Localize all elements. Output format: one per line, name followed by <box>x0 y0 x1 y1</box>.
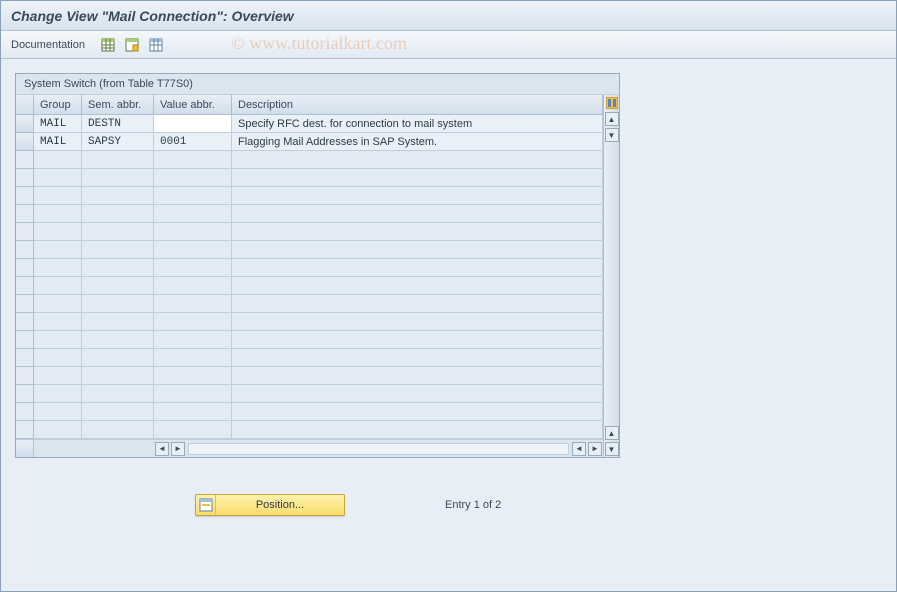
position-button[interactable]: Position... <box>195 494 345 516</box>
data-grid: Group Sem. abbr. Value abbr. Description… <box>16 95 603 457</box>
scroll-left-icon[interactable]: ◄ <box>572 442 586 456</box>
row-selector[interactable] <box>16 259 34 277</box>
table-row <box>16 385 603 403</box>
table-settings-icon[interactable] <box>605 96 619 110</box>
entry-counter: Entry 1 of 2 <box>445 499 501 511</box>
row-selector[interactable] <box>16 205 34 223</box>
scroll-right-icon[interactable]: ► <box>171 442 185 456</box>
grid-body: MAIL DESTN Specify RFC dest. for connect… <box>16 115 603 439</box>
table-row <box>16 331 603 349</box>
cell-group: MAIL <box>34 115 82 133</box>
row-selector[interactable] <box>16 313 34 331</box>
row-selector[interactable] <box>16 403 34 421</box>
row-selector[interactable] <box>16 241 34 259</box>
table-row <box>16 421 603 439</box>
table-row <box>16 295 603 313</box>
documentation-link[interactable]: Documentation <box>11 39 85 51</box>
table-row <box>16 223 603 241</box>
scroll-left-icon[interactable]: ◄ <box>155 442 169 456</box>
titlebar: Change View "Mail Connection": Overview <box>1 1 896 31</box>
row-selector[interactable] <box>16 277 34 295</box>
watermark-text: © www.tutorialkart.com <box>231 33 407 54</box>
row-selector[interactable] <box>16 133 34 151</box>
scroll-right-icon[interactable]: ► <box>588 442 602 456</box>
grid-header: Group Sem. abbr. Value abbr. Description <box>16 95 603 115</box>
row-selector[interactable] <box>16 115 34 133</box>
table-row <box>16 367 603 385</box>
cell-sem: SAPSY <box>82 133 154 151</box>
page-title: Change View "Mail Connection": Overview <box>11 8 294 24</box>
select-all-header[interactable] <box>16 95 34 115</box>
col-header-sem[interactable]: Sem. abbr. <box>82 95 154 115</box>
scroll-up-icon[interactable]: ▲ <box>605 112 619 126</box>
table-select-icon[interactable] <box>147 36 165 54</box>
horizontal-scrollbar: ◄ ► ◄ ► <box>16 439 603 457</box>
table-row <box>16 259 603 277</box>
row-selector[interactable] <box>16 295 34 313</box>
row-selector[interactable] <box>16 421 34 439</box>
cell-desc: Flagging Mail Addresses in SAP System. <box>232 133 603 151</box>
toolbar: Documentation © www.tutorialkart.com <box>1 31 896 59</box>
cell-group: MAIL <box>34 133 82 151</box>
row-selector[interactable] <box>16 169 34 187</box>
table-row <box>16 313 603 331</box>
cell-desc: Specify RFC dest. for connection to mail… <box>232 115 603 133</box>
table-row <box>16 277 603 295</box>
position-button-label: Position... <box>216 499 344 511</box>
col-header-desc[interactable]: Description <box>232 95 603 115</box>
table-row <box>16 187 603 205</box>
position-icon <box>196 495 216 515</box>
table-row <box>16 205 603 223</box>
table-row: MAIL SAPSY 0001 Flagging Mail Addresses … <box>16 133 603 151</box>
cell-value-input[interactable] <box>154 115 232 133</box>
col-header-value[interactable]: Value abbr. <box>154 95 232 115</box>
table-row <box>16 169 603 187</box>
row-selector[interactable] <box>16 151 34 169</box>
row-selector[interactable] <box>16 385 34 403</box>
scroll-down-icon[interactable]: ▼ <box>605 442 619 456</box>
table-view-icon[interactable] <box>99 36 117 54</box>
cell-sem: DESTN <box>82 115 154 133</box>
hscroll-track[interactable] <box>188 443 569 455</box>
table-row: MAIL DESTN Specify RFC dest. for connect… <box>16 115 603 133</box>
bottom-bar: Position... Entry 1 of 2 <box>15 494 882 516</box>
vertical-scrollbar: ▲ ▼ ▲ ▼ <box>603 95 619 457</box>
system-switch-panel: System Switch (from Table T77S0) Group S… <box>15 73 620 458</box>
col-header-group[interactable]: Group <box>34 95 82 115</box>
scroll-down-icon[interactable]: ▼ <box>605 128 619 142</box>
table-row <box>16 241 603 259</box>
table-row <box>16 349 603 367</box>
table-row <box>16 403 603 421</box>
row-selector[interactable] <box>16 223 34 241</box>
row-selector[interactable] <box>16 349 34 367</box>
panel-title: System Switch (from Table T77S0) <box>16 74 619 95</box>
table-save-icon[interactable] <box>123 36 141 54</box>
row-selector[interactable] <box>16 367 34 385</box>
cell-value: 0001 <box>154 133 232 151</box>
row-selector[interactable] <box>16 187 34 205</box>
row-selector[interactable] <box>16 331 34 349</box>
scroll-up-icon[interactable]: ▲ <box>605 426 619 440</box>
table-row <box>16 151 603 169</box>
content-area: System Switch (from Table T77S0) Group S… <box>1 59 896 530</box>
